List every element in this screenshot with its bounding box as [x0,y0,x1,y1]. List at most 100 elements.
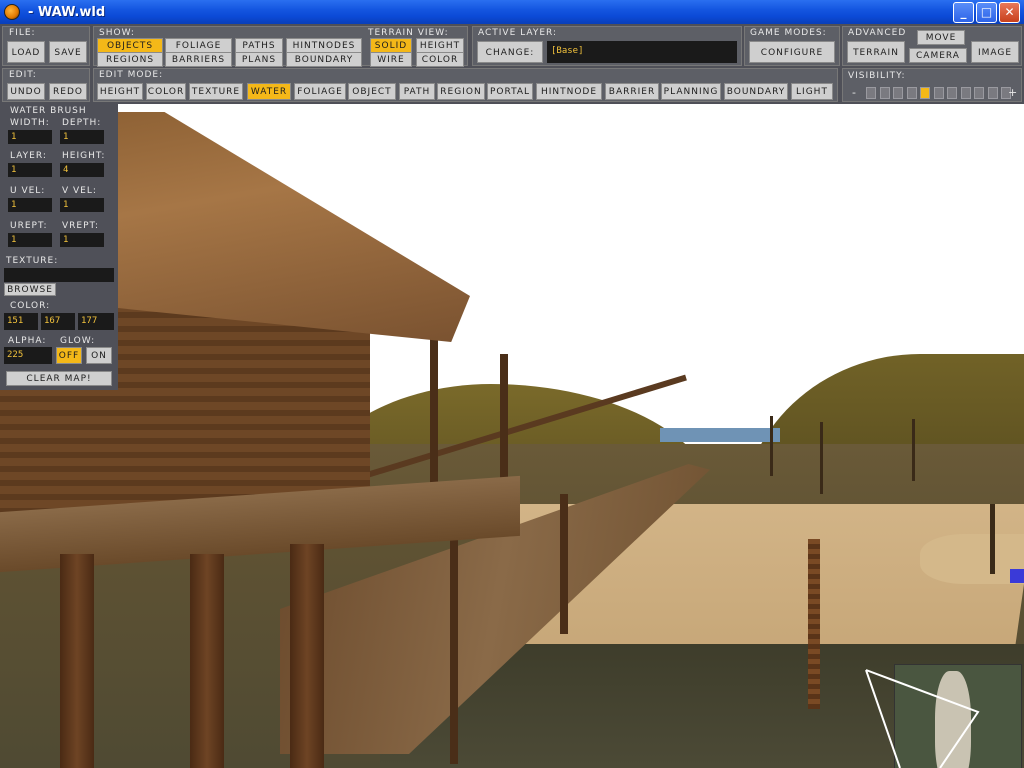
color-green-field[interactable]: 167 [41,313,75,330]
game-modes-group: Game Modes: Configure [744,26,840,66]
alpha-field[interactable]: 225 [4,347,52,364]
pier-post [430,334,438,494]
glow-label: Glow: [60,336,96,346]
show-barriers-button[interactable]: Barriers [165,52,232,67]
visibility-level-box[interactable] [866,87,876,99]
depth-field[interactable]: 1 [60,130,104,144]
active-layer-group: Active Layer: Change: [Base] [472,26,742,66]
color-blue-field[interactable]: 177 [78,313,114,330]
glow-on-button[interactable]: On [86,347,112,364]
vrept-field[interactable]: 1 [60,233,104,247]
terrain-height-button[interactable]: Height [416,38,464,53]
close-button[interactable]: ✕ [999,1,1020,23]
texture-field[interactable] [4,268,114,282]
advanced-image-button[interactable]: Image [971,41,1019,63]
visibility-level-box[interactable] [893,87,903,99]
pier-post [560,494,568,634]
edit-group: Edit: Undo Redo [2,68,90,102]
game-modes-label: Game Modes: [750,28,827,38]
mode-hintnode-button[interactable]: HintNode [536,83,602,100]
mode-region-button[interactable]: Region [437,83,485,100]
pier-post [450,524,458,764]
width-field[interactable]: 1 [8,130,52,144]
show-objects-button[interactable]: Objects [97,38,163,53]
urept-field[interactable]: 1 [8,233,52,247]
mode-water-button[interactable]: Water [247,83,291,100]
tiki-torch [808,539,820,709]
mode-barrier-button[interactable]: Barrier [605,83,659,100]
active-layer-field[interactable]: [Base] [547,41,737,63]
visibility-level-box[interactable] [987,87,998,99]
advanced-label: Advanced [848,28,907,38]
visibility-level-box[interactable] [974,87,984,99]
visibility-level-box[interactable] [879,87,890,99]
vvel-field[interactable]: 1 [60,198,104,212]
mode-height-button[interactable]: Height [97,83,143,100]
mode-planning-button[interactable]: Planning [661,83,721,100]
show-boundary-button[interactable]: Boundary [286,52,362,67]
layer-label: Layer: [10,151,47,161]
visibility-level-box[interactable] [960,87,971,99]
show-regions-button[interactable]: Regions [97,52,163,67]
mode-light-button[interactable]: Light [791,83,833,100]
mode-boundary-button[interactable]: Boundary [724,83,788,100]
show-plans-button[interactable]: Plans [235,52,283,67]
advanced-move-button[interactable]: Move [917,30,965,45]
tower-leg [190,554,224,768]
show-paths-button[interactable]: Paths [235,38,283,53]
visibility-label: Visibility: [848,71,906,81]
configure-button[interactable]: Configure [749,41,835,63]
mode-color-button[interactable]: Color [146,83,186,100]
game-viewport[interactable] [0,24,1024,768]
terrain-color-button[interactable]: Color [416,52,464,67]
terrain-solid-button[interactable]: Solid [370,38,412,53]
uvel-label: U Vel: [10,186,46,196]
visibility-level-box[interactable] [947,87,957,99]
browse-button[interactable]: Browse [4,283,56,296]
advanced-terrain-button[interactable]: Terrain [847,41,905,63]
layer-field[interactable]: 1 [8,163,52,177]
redo-button[interactable]: Redo [49,83,87,100]
advanced-camera-button[interactable]: Camera [909,48,967,63]
mode-foliage-button[interactable]: Foliage [294,83,346,100]
water-brush-panel: Water Brush Width: Depth: 1 1 Layer: Hei… [0,104,118,390]
width-label: Width: [10,118,50,128]
load-button[interactable]: Load [7,41,45,63]
mode-path-button[interactable]: Path [399,83,435,100]
glow-off-button[interactable]: Off [56,347,82,364]
show-hintnodes-button[interactable]: HintNodes [286,38,362,53]
water-edge [1010,569,1024,583]
app-icon [4,4,20,20]
undo-button[interactable]: Undo [7,83,45,100]
clear-map-button[interactable]: Clear Map! [6,371,112,386]
mode-object-button[interactable]: Object [348,83,396,100]
uvel-field[interactable]: 1 [8,198,52,212]
mode-portal-button[interactable]: Portal [487,83,533,100]
distant-water [660,428,780,442]
mode-texture-button[interactable]: Texture [189,83,243,100]
show-foliage-button[interactable]: Foliage [165,38,232,53]
visibility-level-box[interactable] [933,87,944,99]
save-button[interactable]: Save [49,41,87,63]
color-red-field[interactable]: 151 [4,313,38,330]
edit-mode-label: Edit Mode: [99,70,164,80]
active-layer-label: Active Layer: [478,28,558,38]
maximize-button[interactable]: □ [976,1,997,23]
alpha-label: Alpha: [8,336,47,346]
height-label: Height: [62,151,106,161]
terrain-view-label: Terrain View: [368,28,449,38]
visibility-minus-button[interactable]: - [852,86,857,99]
sand-patch [920,534,1024,584]
change-layer-button[interactable]: Change: [477,41,543,63]
minimize-button[interactable]: _ [953,1,974,23]
show-group: Show: Objects Foliage Paths HintNodes Re… [93,26,468,67]
file-label: File: [9,28,36,38]
urept-label: URept: [10,221,48,231]
height-field[interactable]: 4 [60,163,104,177]
tower-leg [60,554,94,768]
edit-mode-group: Edit Mode: Height Color Texture Water Fo… [93,68,838,102]
visibility-level-box[interactable] [920,87,930,99]
terrain-wire-button[interactable]: Wire [370,52,412,67]
visibility-level-box[interactable] [906,87,917,99]
visibility-plus-button[interactable]: + [1008,86,1018,99]
